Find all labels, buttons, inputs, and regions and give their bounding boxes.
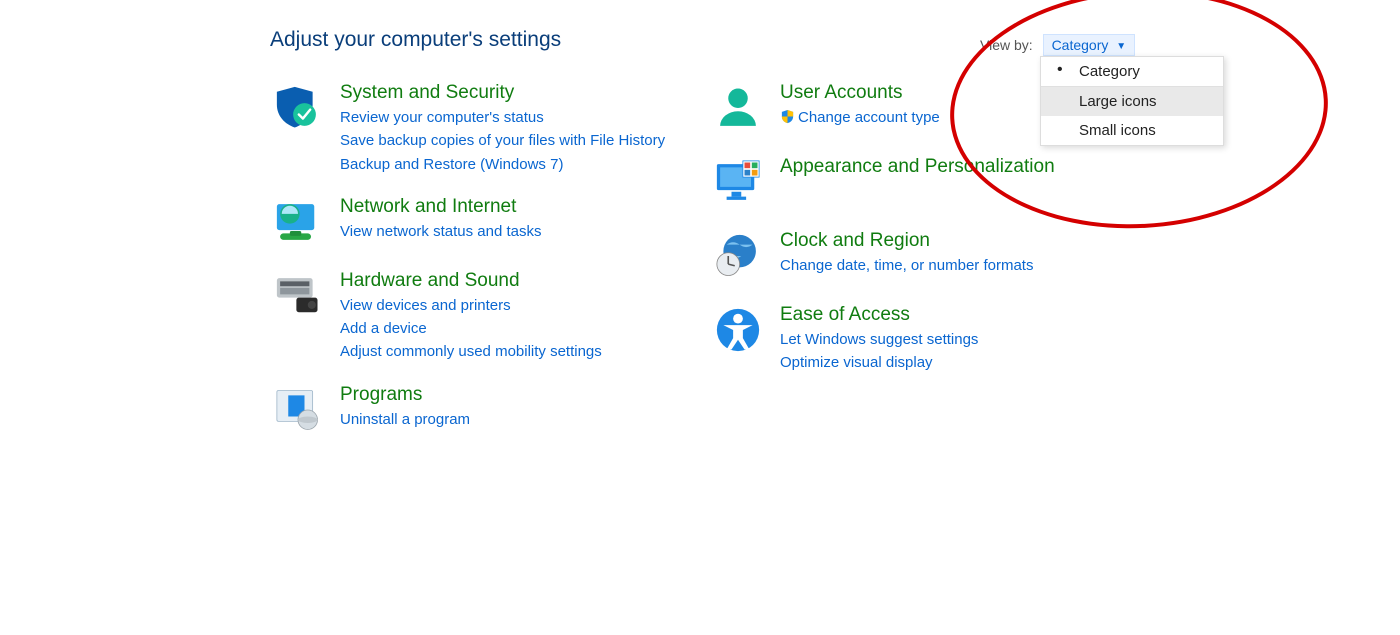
system-security-title[interactable]: System and Security: [340, 82, 665, 104]
hardware-sound-title[interactable]: Hardware and Sound: [340, 270, 602, 292]
hardware-sound-icon: [270, 268, 326, 324]
appearance-icon: [710, 154, 766, 210]
programs-title[interactable]: Programs: [340, 384, 470, 406]
programs-icon: [270, 382, 326, 438]
link-suggest-settings[interactable]: Let Windows suggest settings: [780, 328, 978, 351]
category-hardware-sound: Hardware and Sound View devices and prin…: [270, 268, 710, 364]
link-change-account-type[interactable]: Change account type: [780, 106, 940, 129]
viewby-current: Category: [1052, 37, 1109, 53]
viewby-option-small-icons[interactable]: Small icons: [1041, 116, 1223, 145]
viewby-option-large-icons[interactable]: Large icons: [1041, 87, 1223, 116]
page-title: Adjust your computer's settings: [270, 28, 1400, 52]
link-mobility-settings[interactable]: Adjust commonly used mobility settings: [340, 340, 602, 363]
network-internet-title[interactable]: Network and Internet: [340, 196, 542, 218]
viewby-control: View by: Category ▼: [980, 34, 1135, 56]
category-clock-region: Clock and Region Change date, time, or n…: [710, 228, 1140, 284]
appearance-title[interactable]: Appearance and Personalization: [780, 156, 1055, 178]
ease-of-access-title[interactable]: Ease of Access: [780, 304, 978, 326]
link-network-status[interactable]: View network status and tasks: [340, 220, 542, 243]
category-ease-of-access: Ease of Access Let Windows suggest setti…: [710, 302, 1140, 375]
link-file-history[interactable]: Save backup copies of your files with Fi…: [340, 129, 665, 152]
network-internet-icon: [270, 194, 326, 250]
viewby-label: View by:: [980, 37, 1033, 53]
link-change-account-type-text: Change account type: [798, 109, 940, 126]
clock-region-title[interactable]: Clock and Region: [780, 230, 1033, 252]
user-accounts-icon: [710, 80, 766, 136]
link-uninstall-program[interactable]: Uninstall a program: [340, 408, 470, 431]
link-backup-restore[interactable]: Backup and Restore (Windows 7): [340, 153, 665, 176]
viewby-button[interactable]: Category ▼: [1043, 34, 1136, 56]
ease-of-access-icon: [710, 302, 766, 358]
link-add-device[interactable]: Add a device: [340, 317, 602, 340]
link-devices-printers[interactable]: View devices and printers: [340, 294, 602, 317]
chevron-down-icon: ▼: [1116, 41, 1126, 52]
category-appearance: Appearance and Personalization: [710, 154, 1140, 210]
link-review-status[interactable]: Review your computer's status: [340, 106, 665, 129]
viewby-option-category[interactable]: Category: [1041, 57, 1223, 86]
clock-region-icon: [710, 228, 766, 284]
uac-shield-icon: [780, 108, 795, 123]
viewby-dropdown: Category Large icons Small icons: [1040, 56, 1224, 146]
category-network-internet: Network and Internet View network status…: [270, 194, 710, 250]
link-date-time-formats[interactable]: Change date, time, or number formats: [780, 254, 1033, 277]
link-optimize-display[interactable]: Optimize visual display: [780, 351, 978, 374]
user-accounts-title[interactable]: User Accounts: [780, 82, 940, 104]
category-programs: Programs Uninstall a program: [270, 382, 710, 438]
system-security-icon: [270, 80, 326, 136]
category-system-security: System and Security Review your computer…: [270, 80, 710, 176]
